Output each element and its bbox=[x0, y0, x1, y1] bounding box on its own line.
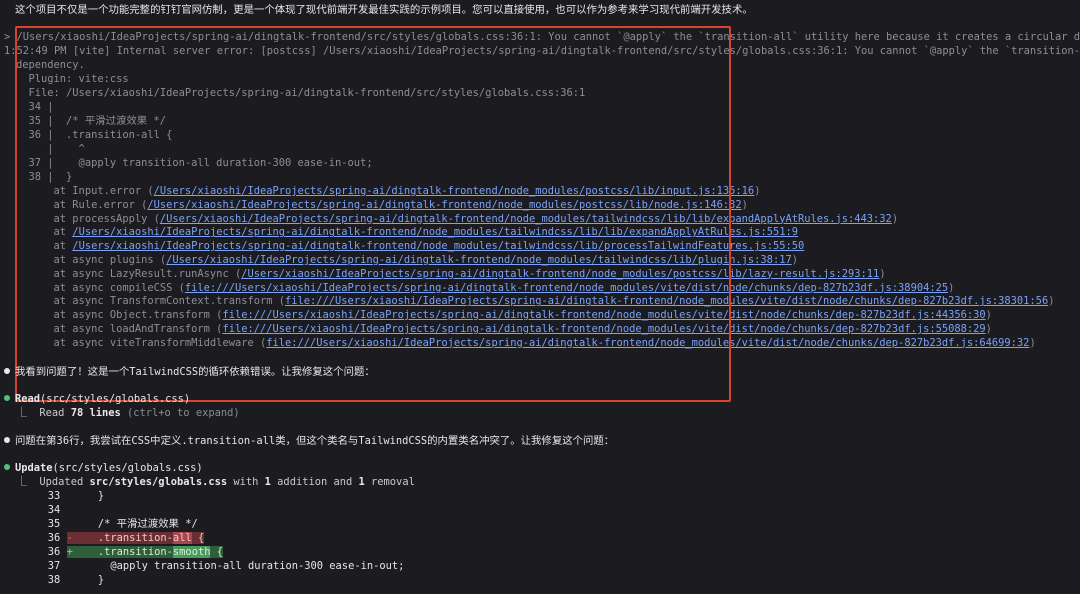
stack-frame: at async viteTransformMiddleware (file:/… bbox=[16, 336, 1036, 349]
read-tool-call: Read(src/styles/globals.css) bbox=[4, 393, 190, 407]
code-line: 37 | @apply transition-all duration-300 … bbox=[16, 157, 373, 169]
diff-line: 38 } bbox=[4, 574, 105, 586]
error-plugin: Plugin: vite:css bbox=[16, 73, 129, 85]
stack-frame-link[interactable]: file:///Users/xiaoshi/IdeaProjects/sprin… bbox=[222, 309, 985, 321]
read-tool-result[interactable]: ⎿ Read 78 lines (ctrl+o to expand) bbox=[4, 407, 240, 421]
stack-frame: at async loadAndTransform (file:///Users… bbox=[16, 323, 992, 335]
stack-frame: at async compileCSS (file:///Users/xiaos… bbox=[16, 281, 955, 294]
diff-line-removed: 36 - .transition-all { bbox=[4, 532, 205, 544]
message-bullet-icon bbox=[4, 437, 10, 443]
stack-frame: at async plugins (/Users/xiaoshi/IdeaPro… bbox=[16, 254, 798, 266]
code-line: 36 | .transition-all { bbox=[16, 129, 173, 141]
error-line-3: dependency. bbox=[16, 59, 85, 71]
stack-frame: at async Object.transform (file:///Users… bbox=[16, 309, 992, 322]
stack-frame: at async TransformContext.transform (fil… bbox=[16, 295, 1055, 308]
stack-frame-link[interactable]: /Users/xiaoshi/IdeaProjects/spring-ai/di… bbox=[241, 268, 879, 280]
stack-frame-link[interactable]: /Users/xiaoshi/IdeaProjects/spring-ai/di… bbox=[147, 199, 741, 211]
stack-frame-link[interactable]: /Users/xiaoshi/IdeaProjects/spring-ai/di… bbox=[154, 185, 755, 197]
error-line-1: > /Users/xiaoshi/IdeaProjects/spring-ai/… bbox=[4, 31, 1080, 43]
stack-frame-link[interactable]: /Users/xiaoshi/IdeaProjects/spring-ai/di… bbox=[160, 213, 892, 225]
stack-frame-link[interactable]: file:///Users/xiaoshi/IdeaProjects/sprin… bbox=[266, 337, 1029, 349]
stack-frame: at /Users/xiaoshi/IdeaProjects/spring-ai… bbox=[16, 240, 805, 253]
stack-frame: at /Users/xiaoshi/IdeaProjects/spring-ai… bbox=[16, 226, 798, 239]
diff-line: 35 /* 平滑过渡效果 */ bbox=[4, 518, 198, 530]
diff-line: 34 bbox=[4, 504, 61, 516]
assistant-message-1: 我看到问题了！这是一个TailwindCSS的循环依赖错误。让我修复这个问题： bbox=[4, 366, 375, 380]
assistant-message-2: 问题在第36行，我尝试在CSS中定义.transition-all类，但这个类名… bbox=[4, 435, 614, 449]
stack-frame-link[interactable]: file:///Users/xiaoshi/IdeaProjects/sprin… bbox=[285, 295, 1048, 307]
stack-frame-link[interactable]: /Users/xiaoshi/IdeaProjects/spring-ai/di… bbox=[72, 240, 804, 252]
update-tool-call: Update(src/styles/globals.css) bbox=[4, 462, 203, 476]
stack-frame: at Input.error (/Users/xiaoshi/IdeaProje… bbox=[16, 185, 761, 197]
stack-frame-link[interactable]: /Users/xiaoshi/IdeaProjects/spring-ai/di… bbox=[72, 226, 798, 238]
code-line: 34 | bbox=[16, 101, 54, 113]
code-line: 38 | } bbox=[16, 171, 73, 183]
code-line: 35 | /* 平滑过渡效果 */ bbox=[16, 115, 166, 127]
stack-frame: at processApply (/Users/xiaoshi/IdeaProj… bbox=[16, 212, 899, 225]
tool-status-icon bbox=[4, 395, 10, 401]
update-tool-result: ⎿ Updated src/styles/globals.css with 1 … bbox=[4, 476, 415, 488]
message-bullet-icon bbox=[4, 368, 10, 374]
tool-status-icon bbox=[4, 464, 10, 470]
diff-line: 33 } bbox=[4, 490, 105, 502]
stack-frame: at Rule.error (/Users/xiaoshi/IdeaProjec… bbox=[16, 198, 748, 211]
stack-frame-link[interactable]: file:///Users/xiaoshi/IdeaProjects/sprin… bbox=[185, 282, 948, 294]
stack-frame-link[interactable]: /Users/xiaoshi/IdeaProjects/spring-ai/di… bbox=[166, 254, 792, 266]
intro-text: 这个项目不仅是一个功能完整的钉钉官网仿制，更是一个体现了现代前端开发最佳实践的示… bbox=[15, 4, 753, 16]
diff-line-added: 36 + .transition-smooth { bbox=[4, 546, 223, 558]
stack-frame: at async LazyResult.runAsync (/Users/xia… bbox=[16, 267, 886, 280]
code-line: | ^ bbox=[16, 143, 85, 155]
diff-line: 37 @apply transition-all duration-300 ea… bbox=[4, 560, 405, 572]
error-line-2: 1:52:49 PM [vite] Internal server error:… bbox=[4, 45, 1080, 57]
error-file: File: /Users/xiaoshi/IdeaProjects/spring… bbox=[16, 87, 586, 99]
stack-frame-link[interactable]: file:///Users/xiaoshi/IdeaProjects/sprin… bbox=[222, 323, 985, 335]
